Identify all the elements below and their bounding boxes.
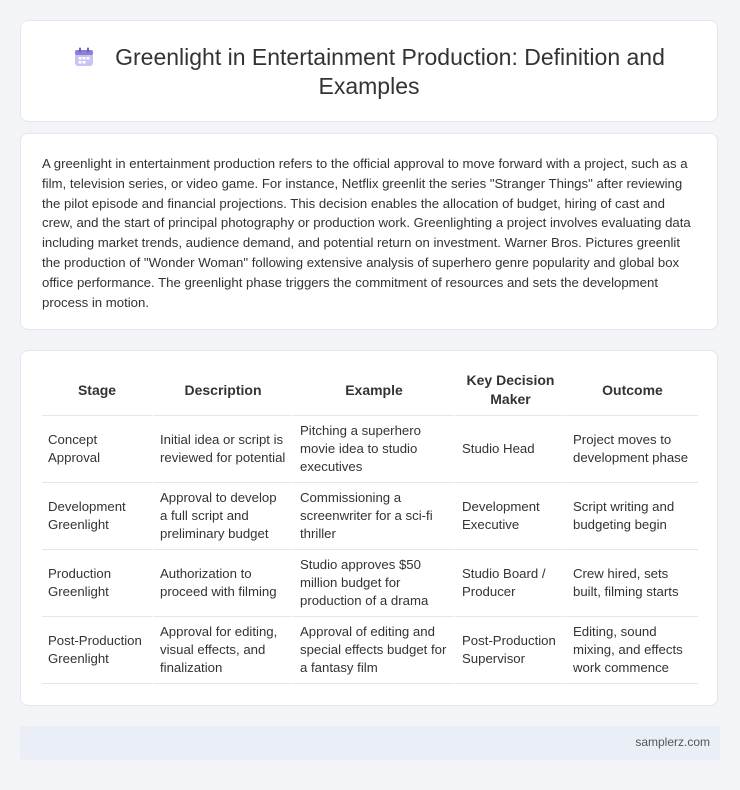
stages-table: Stage Description Example Key Decision M… <box>42 365 698 684</box>
header-outcome: Outcome <box>565 365 698 416</box>
cell-example: Approval of editing and special effects … <box>292 617 454 684</box>
cell-stage: Development Greenlight <box>42 483 152 550</box>
cell-description: Approval to develop a full script and pr… <box>152 483 292 550</box>
header-key-decision-maker: Key Decision Maker <box>454 365 565 416</box>
cell-outcome: Script writing and budgeting begin <box>565 483 698 550</box>
cell-stage: Concept Approval <box>42 416 152 483</box>
footer-site-link[interactable]: samplerz.com <box>635 735 710 749</box>
page-title-line2: Examples <box>318 73 420 99</box>
cell-example: Studio approves $50 million budget for p… <box>292 550 454 617</box>
header-stage: Stage <box>42 365 152 416</box>
cell-description: Authorization to proceed with filming <box>152 550 292 617</box>
header-description: Description <box>152 365 292 416</box>
cell-decision-maker: Studio Board / Producer <box>454 550 565 617</box>
header-example: Example <box>292 365 454 416</box>
cell-decision-maker: Studio Head <box>454 416 565 483</box>
page-title-line1: Greenlight in Entertainment Production: … <box>115 44 665 70</box>
cell-outcome: Project moves to development phase <box>565 416 698 483</box>
cell-example: Pitching a superhero movie idea to studi… <box>292 416 454 483</box>
table-row: Post-Production Greenlight Approval for … <box>42 617 698 684</box>
page-title: Greenlight in Entertainment Production: … <box>21 43 717 101</box>
table-card: Stage Description Example Key Decision M… <box>20 350 718 706</box>
cell-stage: Post-Production Greenlight <box>42 617 152 684</box>
cell-decision-maker: Development Executive <box>454 483 565 550</box>
description-card: A greenlight in entertainment production… <box>20 133 718 330</box>
cell-decision-maker: Post-Production Supervisor <box>454 617 565 684</box>
cell-description: Initial idea or script is reviewed for p… <box>152 416 292 483</box>
calendar-icon <box>75 47 94 66</box>
table-row: Concept Approval Initial idea or script … <box>42 416 698 483</box>
cell-stage: Production Greenlight <box>42 550 152 617</box>
cell-outcome: Editing, sound mixing, and effects work … <box>565 617 698 684</box>
description-text: A greenlight in entertainment production… <box>42 156 691 310</box>
table-row: Production Greenlight Authorization to p… <box>42 550 698 617</box>
cell-description: Approval for editing, visual effects, an… <box>152 617 292 684</box>
footer-bar: samplerz.com <box>20 726 720 760</box>
table-header-row: Stage Description Example Key Decision M… <box>42 365 698 416</box>
cell-example: Commissioning a screenwriter for a sci-f… <box>292 483 454 550</box>
title-card: Greenlight in Entertainment Production: … <box>20 20 718 122</box>
cell-outcome: Crew hired, sets built, filming starts <box>565 550 698 617</box>
table-row: Development Greenlight Approval to devel… <box>42 483 698 550</box>
